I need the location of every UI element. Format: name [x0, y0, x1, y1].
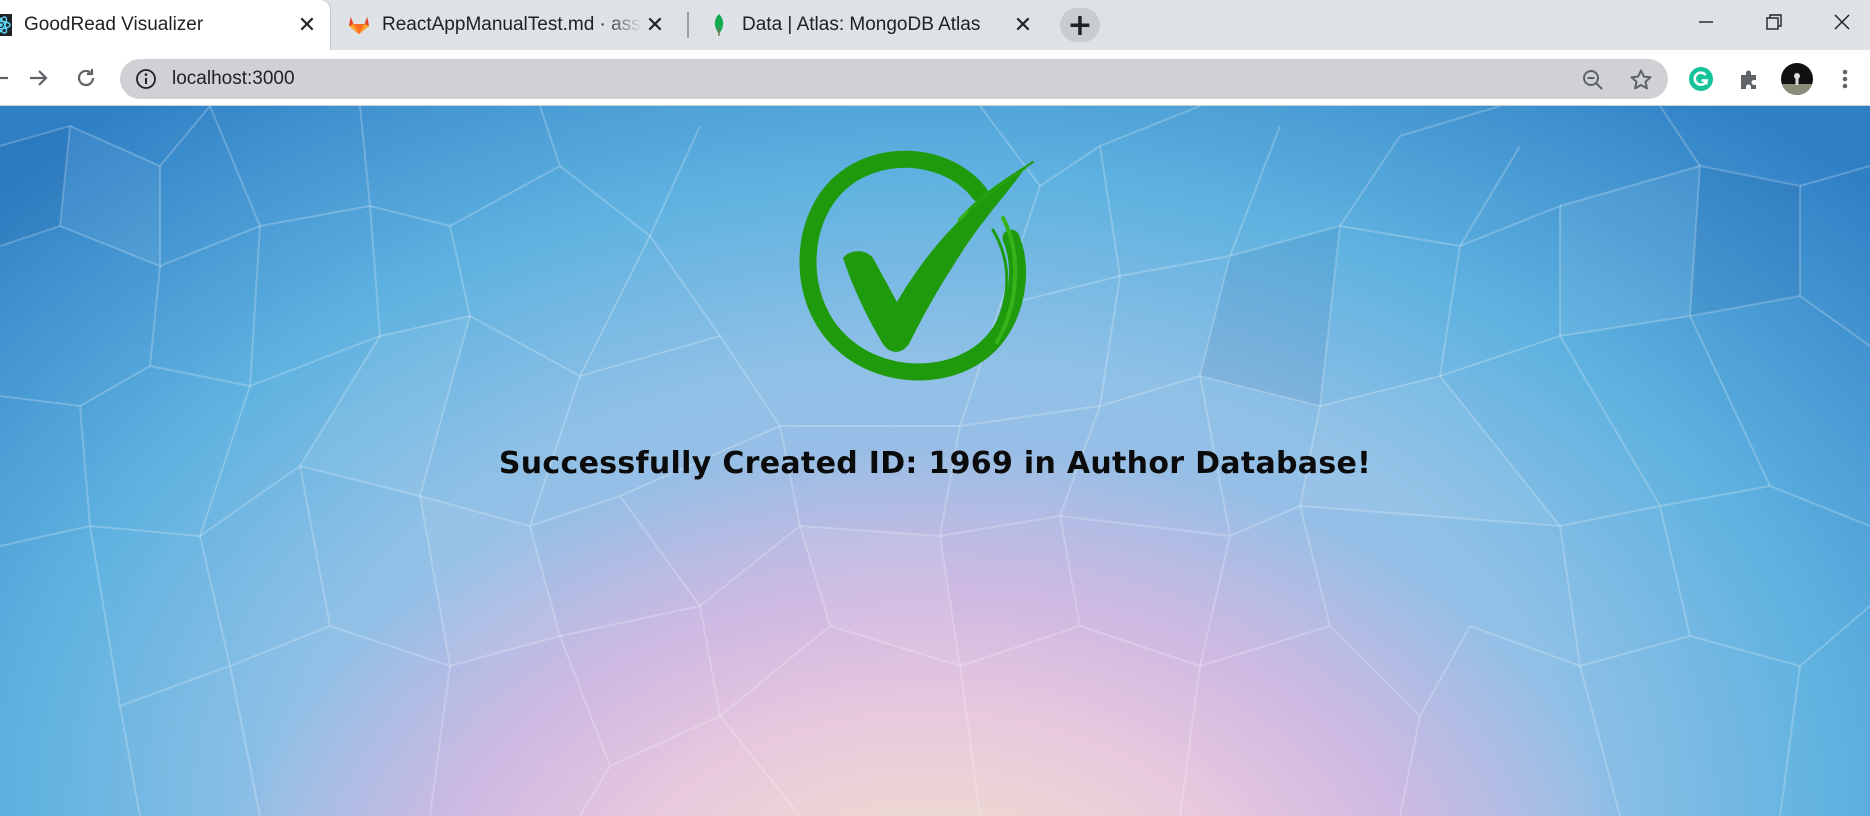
tab-strip: GoodRead Visualizer ✕ ReactAppManualTest… — [0, 0, 1870, 50]
forward-arrow-icon[interactable] — [18, 58, 58, 98]
gitlab-icon — [348, 14, 370, 36]
react-icon — [0, 14, 12, 36]
address-bar[interactable]: localhost:3000 — [120, 59, 1668, 99]
tab-separator — [687, 12, 689, 38]
tab-goodread-visualizer[interactable]: GoodRead Visualizer ✕ — [0, 0, 330, 50]
restore-window-icon[interactable] — [1744, 0, 1804, 44]
extensions-puzzle-icon[interactable] — [1732, 62, 1766, 96]
mongodb-leaf-icon — [708, 14, 730, 36]
close-tab-icon[interactable]: ✕ — [1010, 12, 1036, 38]
close-window-icon[interactable] — [1812, 0, 1870, 44]
new-tab-button[interactable]: + — [1060, 8, 1100, 43]
url-text[interactable]: localhost:3000 — [172, 68, 1668, 90]
success-checkmark-icon — [799, 150, 1034, 381]
more-menu-icon[interactable] — [1828, 62, 1862, 96]
tab-react-app-manual-test[interactable]: ReactAppManualTest.md · assignment ✕ — [344, 0, 674, 50]
reload-icon[interactable] — [66, 58, 106, 98]
tab-title: Data | Atlas: MongoDB Atlas — [742, 14, 981, 35]
site-info-icon[interactable] — [134, 67, 158, 91]
zoom-out-icon[interactable] — [1578, 65, 1608, 95]
minimize-window-icon[interactable] — [1676, 0, 1736, 44]
close-tab-icon[interactable]: ✕ — [642, 12, 668, 38]
success-message: Successfully Created ID: 1969 in Author … — [498, 446, 1372, 481]
tab-mongodb-atlas[interactable]: Data | Atlas: MongoDB Atlas ✕ — [702, 0, 1044, 50]
page-content: Successfully Created ID: 1969 in Author … — [0, 106, 1870, 816]
close-tab-icon[interactable]: ✕ — [294, 12, 320, 38]
grammarly-icon[interactable] — [1684, 62, 1718, 96]
bookmark-star-icon[interactable] — [1626, 65, 1656, 95]
back-arrow-icon[interactable] — [0, 58, 20, 98]
profile-avatar[interactable] — [1780, 62, 1814, 96]
browser-toolbar: localhost:3000 — [0, 50, 1870, 106]
tab-title: GoodRead Visualizer — [24, 14, 204, 35]
tab-title: ReactAppManualTest.md · assignment — [382, 14, 642, 35]
